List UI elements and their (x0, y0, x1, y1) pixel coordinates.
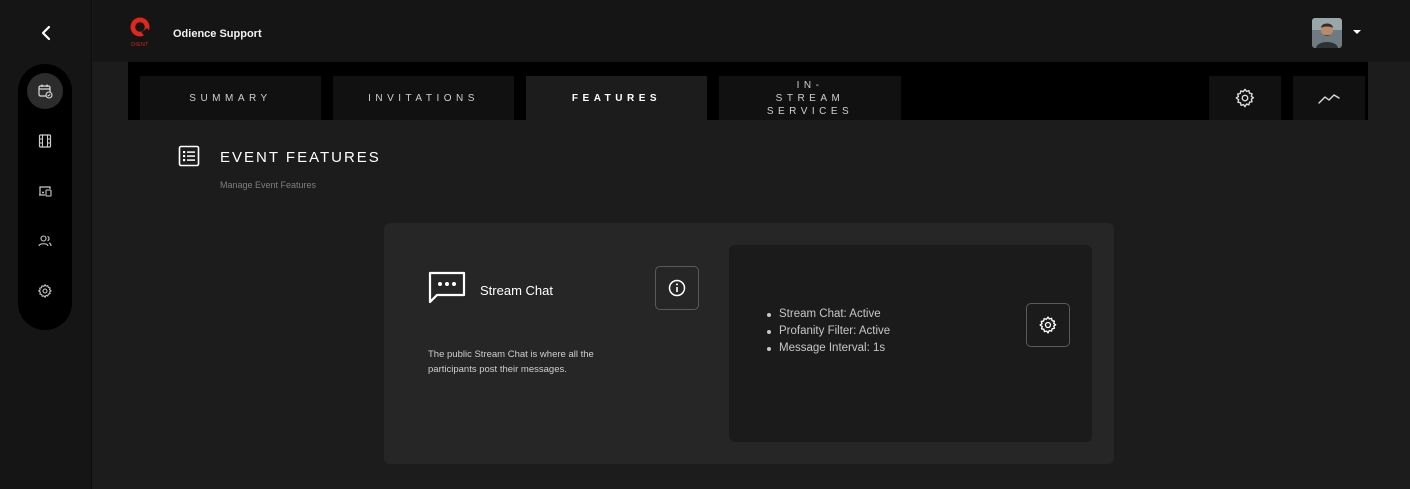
account-dropdown-caret-icon[interactable] (1353, 30, 1361, 34)
gear-icon (1039, 316, 1057, 334)
users-icon (38, 235, 52, 247)
tab-invitations[interactable]: INVITATIONS (333, 76, 514, 120)
feature-status-panel: Stream Chat: Active Profanity Filter: Ac… (729, 245, 1092, 442)
chat-bubble-icon (428, 271, 466, 307)
trend-line-icon (1318, 94, 1340, 104)
left-rail (0, 0, 92, 489)
nav-settings-button[interactable] (27, 273, 63, 309)
info-button[interactable] (655, 266, 699, 310)
stream-chat-feature-card: Stream Chat The public Stream Chat is wh… (384, 223, 1114, 464)
calendar-check-icon (38, 84, 53, 99)
tab-settings-button[interactable] (1209, 76, 1281, 120)
gear-icon (38, 284, 52, 298)
status-item: Stream Chat: Active (765, 306, 890, 323)
back-chevron-icon[interactable] (36, 18, 56, 48)
gear-icon (1235, 88, 1255, 108)
list-icon (178, 145, 200, 167)
status-list: Stream Chat: Active Profanity Filter: Ac… (765, 306, 890, 357)
odience-logo: DIENT (127, 15, 153, 49)
status-item: Profanity Filter: Active (765, 323, 890, 340)
film-icon (38, 134, 52, 148)
tab-strip: SUMMARY INVITATIONS FEATURES IN-STREAM S… (128, 62, 1368, 120)
avatar[interactable] (1312, 18, 1342, 48)
top-bar: DIENT Odience Support (93, 0, 1410, 62)
nav-devices-button[interactable] (27, 173, 63, 209)
svg-text:DIENT: DIENT (131, 42, 149, 48)
side-nav (18, 64, 72, 330)
tab-analytics-button[interactable] (1293, 76, 1365, 120)
app-title: Odience Support (173, 28, 262, 40)
nav-media-button[interactable] (27, 123, 63, 159)
feature-name: Stream Chat (480, 283, 553, 298)
nav-users-button[interactable] (27, 223, 63, 259)
devices-icon (39, 186, 52, 197)
tab-summary[interactable]: SUMMARY (140, 76, 321, 120)
tab-in-stream-services[interactable]: IN-STREAM SERVICES (719, 76, 901, 120)
nav-events-button[interactable] (27, 73, 63, 109)
page-subtitle: Manage Event Features (220, 180, 317, 190)
tab-features[interactable]: FEATURES (526, 76, 707, 120)
info-icon (668, 279, 686, 297)
feature-settings-button[interactable] (1026, 303, 1070, 347)
page-title: EVENT FEATURES (220, 149, 381, 166)
status-item: Message Interval: 1s (765, 340, 890, 357)
feature-description: The public Stream Chat is where all the … (428, 349, 594, 375)
